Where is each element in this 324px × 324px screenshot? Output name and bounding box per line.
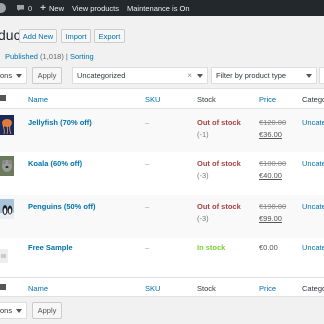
bulk-actions-value-top: ons xyxy=(0,71,13,80)
sale-price: €36.00 xyxy=(259,130,282,139)
stock-status: In stock xyxy=(197,243,226,252)
bulk-actions-value-bottom: ons xyxy=(0,306,13,315)
view-filters: Published (1,018) | Sorting xyxy=(5,52,94,61)
regular-price: €198.00 xyxy=(259,202,287,211)
new-label: New xyxy=(49,3,65,13)
view-products-label: View products xyxy=(72,3,120,13)
clear-icon[interactable]: × xyxy=(187,71,192,80)
category-filter-value: Uncategorized xyxy=(77,71,126,80)
apply-button-top[interactable]: Apply xyxy=(32,67,62,84)
wordpress-icon xyxy=(0,2,8,14)
import-button[interactable]: Import xyxy=(61,29,91,43)
column-categories: Catego xyxy=(302,284,324,293)
product-name-link[interactable]: Jellyfish (70% off) xyxy=(28,118,92,127)
sale-price: €99.00 xyxy=(259,214,282,223)
regular-price: €120.00 xyxy=(259,118,287,127)
column-sku[interactable]: SKU xyxy=(145,95,160,104)
table-row: Free Sample – In stock €0.00 Uncate xyxy=(0,238,324,281)
new-content-menu[interactable]: + New xyxy=(36,0,68,16)
product-type-filter-value: Filter by product type xyxy=(216,71,287,80)
category-link[interactable]: Uncate xyxy=(302,202,324,211)
sorting-link[interactable]: Sorting xyxy=(70,52,94,61)
product-name-link[interactable]: Penguins (50% off) xyxy=(28,202,96,211)
table-row: Jellyfish (70% off) – Out of stock (-1) … xyxy=(0,109,324,152)
product-sku: – xyxy=(145,243,150,252)
apply-button-bottom[interactable]: Apply xyxy=(32,302,62,319)
category-filter-select[interactable]: Uncategorized × xyxy=(72,67,208,84)
product-type-filter-select[interactable]: Filter by product type xyxy=(211,67,317,84)
table-footer: Name SKU Stock Price Catego xyxy=(0,277,324,297)
table-header: Name SKU Stock Price Catego xyxy=(0,89,324,109)
column-price[interactable]: Price xyxy=(259,95,276,104)
products-table: Name SKU Stock Price Catego Jellyfish (7… xyxy=(0,88,324,297)
comment-icon xyxy=(16,4,25,12)
stock-filter-select[interactable]: F xyxy=(319,67,324,84)
stock-quantity: (-3) xyxy=(197,171,209,180)
placeholder-image-icon[interactable] xyxy=(0,246,8,266)
stock-status: Out of stock xyxy=(197,118,241,127)
image-column-icon xyxy=(0,95,6,101)
product-thumbnail[interactable] xyxy=(0,156,14,176)
table-row: Koala (60% off) – Out of stock (-3) €100… xyxy=(0,152,324,195)
view-products-link[interactable]: View products xyxy=(68,0,123,16)
chevron-down-icon xyxy=(16,309,22,313)
sale-price: €40.00 xyxy=(259,171,282,180)
admin-bar: 0 + New View products Maintenance is On xyxy=(0,0,324,16)
category-link[interactable]: Uncate xyxy=(302,159,324,168)
comments-menu[interactable]: 0 xyxy=(12,0,36,16)
table-row: Penguins (50% off) – Out of stock (-3) €… xyxy=(0,195,324,238)
wordpress-menu[interactable] xyxy=(0,0,12,16)
column-categories: Catego xyxy=(302,95,324,104)
regular-price: €100.00 xyxy=(259,159,287,168)
chevron-down-icon xyxy=(306,74,312,78)
column-stock: Stock xyxy=(197,284,216,293)
category-link[interactable]: Uncate xyxy=(302,118,324,127)
maintenance-label: Maintenance is On xyxy=(127,3,190,13)
add-new-button[interactable]: Add New xyxy=(19,29,57,43)
comments-count: 0 xyxy=(28,3,33,13)
product-name-link[interactable]: Koala (60% off) xyxy=(28,159,82,168)
column-price[interactable]: Price xyxy=(259,284,276,293)
published-link[interactable]: Published xyxy=(5,52,38,61)
stock-status: Out of stock xyxy=(197,159,241,168)
bulk-actions-select-top[interactable]: ons xyxy=(0,67,27,84)
stock-status: Out of stock xyxy=(197,202,241,211)
plus-icon: + xyxy=(40,2,47,14)
column-name[interactable]: Name xyxy=(28,284,48,293)
column-name[interactable]: Name xyxy=(28,95,48,104)
product-sku: – xyxy=(145,202,150,211)
chevron-down-icon xyxy=(16,74,22,78)
category-link[interactable]: Uncate xyxy=(302,243,324,252)
maintenance-status[interactable]: Maintenance is On xyxy=(123,0,194,16)
export-button[interactable]: Export xyxy=(94,29,125,43)
published-count: (1,018) xyxy=(40,52,64,61)
bulk-actions-select-bottom[interactable]: ons xyxy=(0,302,27,319)
product-price: €0.00 xyxy=(259,243,278,252)
product-sku: – xyxy=(145,118,150,127)
stock-quantity: (-1) xyxy=(197,130,209,139)
views-separator: | xyxy=(65,52,68,61)
chevron-down-icon xyxy=(197,74,203,78)
stock-quantity: (-3) xyxy=(197,214,209,223)
product-sku: – xyxy=(145,159,150,168)
column-sku[interactable]: SKU xyxy=(145,284,160,293)
product-thumbnail[interactable] xyxy=(0,199,14,219)
image-column-icon xyxy=(0,284,6,290)
column-stock: Stock xyxy=(197,95,216,104)
product-name-link[interactable]: Free Sample xyxy=(28,243,73,252)
product-thumbnail[interactable] xyxy=(0,115,14,135)
